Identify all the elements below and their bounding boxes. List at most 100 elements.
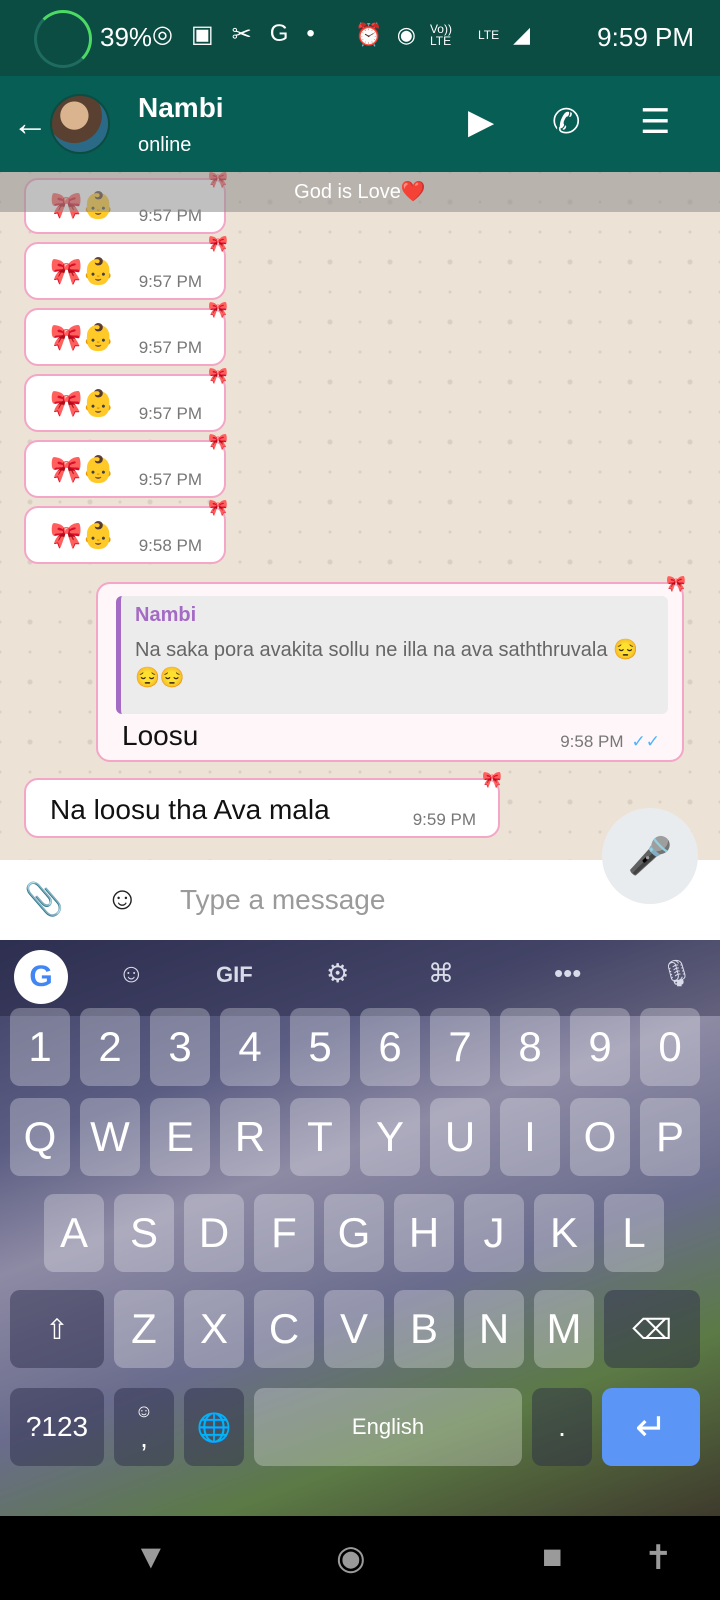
- key-p[interactable]: P: [640, 1098, 700, 1176]
- key-y[interactable]: Y: [360, 1098, 420, 1176]
- key-h[interactable]: H: [394, 1194, 454, 1272]
- key-9[interactable]: 9: [570, 1008, 630, 1086]
- bow-icon: 🎀: [208, 368, 228, 385]
- message-text: 🎀👶: [50, 322, 115, 352]
- keyboard-toolbar: G ☺ GIF ⚙ ⌘ ••• 🎙: [0, 940, 720, 1016]
- gif-button[interactable]: GIF: [216, 962, 253, 988]
- emoji-icon: ☺: [134, 1400, 154, 1421]
- message-text: 🎀👶: [50, 454, 115, 484]
- backspace-key[interactable]: ⌫: [604, 1290, 700, 1368]
- screen: 39% ◎ ▣ ✂ G • ⏰ ◉ Vo)) LTE LTE ◢ 9:59 PM…: [0, 0, 720, 1600]
- key-d[interactable]: D: [184, 1194, 244, 1272]
- quote-author: Nambi: [135, 604, 197, 626]
- menu-icon[interactable]: ☰: [640, 102, 670, 142]
- key-2[interactable]: 2: [80, 1008, 140, 1086]
- key-k[interactable]: K: [534, 1194, 594, 1272]
- chat-area[interactable]: 🎀 🎀👶 9:57 PM 🎀 🎀👶 9:57 PM 🎀 🎀👶 9:57 PM 🎀…: [0, 172, 720, 860]
- key-g[interactable]: G: [324, 1194, 384, 1272]
- key-c[interactable]: C: [254, 1290, 314, 1368]
- key-f[interactable]: F: [254, 1194, 314, 1272]
- key-i[interactable]: I: [500, 1098, 560, 1176]
- key-z[interactable]: Z: [114, 1290, 174, 1368]
- message-bubble-incoming[interactable]: 🎀 🎀👶 9:57 PM: [24, 302, 228, 366]
- space-key[interactable]: English: [254, 1388, 522, 1466]
- system-icons: ⏰ ◉ Vo)) LTE LTE ◢: [355, 22, 530, 48]
- key-x[interactable]: X: [184, 1290, 244, 1368]
- key-1[interactable]: 1: [10, 1008, 70, 1086]
- enter-key[interactable]: ↵: [602, 1388, 700, 1466]
- dot-icon: •: [306, 20, 315, 47]
- key-m[interactable]: M: [534, 1290, 594, 1368]
- key-q[interactable]: Q: [10, 1098, 70, 1176]
- back-arrow-icon[interactable]: ←: [12, 102, 48, 144]
- bow-icon: 🎀: [482, 772, 502, 789]
- accessibility-icon[interactable]: ✝: [644, 1538, 673, 1578]
- hotspot-icon: ◉: [396, 22, 416, 47]
- emoji-icon[interactable]: ☺: [106, 880, 139, 917]
- voice-input-icon[interactable]: 🎙: [660, 958, 693, 989]
- recents-square-icon[interactable]: ■: [542, 1538, 563, 1577]
- translate-icon[interactable]: ⌘: [428, 958, 454, 989]
- message-time: 9:59 PM: [412, 810, 476, 829]
- key-8[interactable]: 8: [500, 1008, 560, 1086]
- key-a[interactable]: A: [44, 1194, 104, 1272]
- key-l[interactable]: L: [604, 1194, 664, 1272]
- key-7[interactable]: 7: [430, 1008, 490, 1086]
- status-bar: 39% ◎ ▣ ✂ G • ⏰ ◉ Vo)) LTE LTE ◢ 9:59 PM: [0, 0, 720, 76]
- key-u[interactable]: U: [430, 1098, 490, 1176]
- shift-key[interactable]: ⇧: [10, 1290, 104, 1368]
- contact-name[interactable]: Nambi: [138, 92, 224, 124]
- symbols-key[interactable]: ?123: [10, 1388, 104, 1466]
- message-bubble-incoming[interactable]: 🎀 🎀👶 9:57 PM: [24, 236, 228, 300]
- phone-icon[interactable]: ✆: [552, 102, 581, 142]
- key-0[interactable]: 0: [640, 1008, 700, 1086]
- key-w[interactable]: W: [80, 1098, 140, 1176]
- google-search-button[interactable]: G: [14, 950, 68, 1004]
- message-bubble-outgoing[interactable]: 🎀 Nambi Na saka pora avakita sollu ne il…: [96, 576, 686, 762]
- google-icon: G: [269, 20, 289, 47]
- settings-icon[interactable]: ⚙: [326, 958, 349, 989]
- tools-icon: ✂: [231, 21, 252, 48]
- enter-icon: ↵: [635, 1406, 667, 1449]
- attach-icon[interactable]: 📎: [24, 880, 64, 918]
- quoted-message[interactable]: Nambi Na saka pora avakita sollu ne illa…: [116, 596, 668, 714]
- video-call-icon[interactable]: ▶: [468, 102, 494, 142]
- key-s[interactable]: S: [114, 1194, 174, 1272]
- message-time: 9:57 PM: [138, 404, 202, 423]
- message-bubble-incoming[interactable]: 🎀 🎀👶 9:58 PM: [24, 500, 228, 564]
- sticker-icon[interactable]: ☺: [118, 958, 145, 989]
- key-3[interactable]: 3: [150, 1008, 210, 1086]
- message-bubble-incoming[interactable]: 🎀 🎀👶 9:57 PM: [24, 434, 228, 498]
- message-bubble-incoming[interactable]: 🎀 Na loosu tha Ava mala 9:59 PM: [24, 772, 502, 838]
- key-5[interactable]: 5: [290, 1008, 350, 1086]
- key-j[interactable]: J: [464, 1194, 524, 1272]
- home-circle-icon[interactable]: ◉: [336, 1538, 366, 1578]
- chat-header: ← Nambi online ▶ ✆ ☰: [0, 76, 720, 172]
- key-t[interactable]: T: [290, 1098, 350, 1176]
- key-e[interactable]: E: [150, 1098, 210, 1176]
- key-v[interactable]: V: [324, 1290, 384, 1368]
- keyboard: G ☺ GIF ⚙ ⌘ ••• 🎙 1 2 3 4 5 6 7 8 9 0 Q …: [0, 940, 720, 1516]
- mic-button[interactable]: 🎤: [602, 808, 698, 904]
- language-key[interactable]: 🌐: [184, 1388, 244, 1466]
- message-text: 🎀👶: [50, 520, 115, 550]
- bow-icon: 🎀: [208, 236, 228, 253]
- comma-label: ,: [140, 1421, 148, 1453]
- back-triangle-icon[interactable]: ▼: [134, 1538, 168, 1577]
- message-input[interactable]: Type a message: [180, 884, 385, 916]
- key-6[interactable]: 6: [360, 1008, 420, 1086]
- clock: 9:59 PM: [597, 22, 694, 52]
- read-ticks-icon: ✓✓: [631, 732, 661, 751]
- key-n[interactable]: N: [464, 1290, 524, 1368]
- period-key[interactable]: .: [532, 1388, 592, 1466]
- avatar[interactable]: [50, 94, 110, 154]
- key-4[interactable]: 4: [220, 1008, 280, 1086]
- comma-key[interactable]: ☺ ,: [114, 1388, 174, 1466]
- message-text: Na loosu tha Ava mala: [50, 794, 330, 825]
- more-options[interactable]: •••: [554, 958, 581, 989]
- message-bubble-incoming[interactable]: 🎀 🎀👶 9:57 PM: [24, 368, 228, 432]
- key-o[interactable]: O: [570, 1098, 630, 1176]
- key-r[interactable]: R: [220, 1098, 280, 1176]
- globe-icon: 🌐: [196, 1411, 232, 1443]
- key-b[interactable]: B: [394, 1290, 454, 1368]
